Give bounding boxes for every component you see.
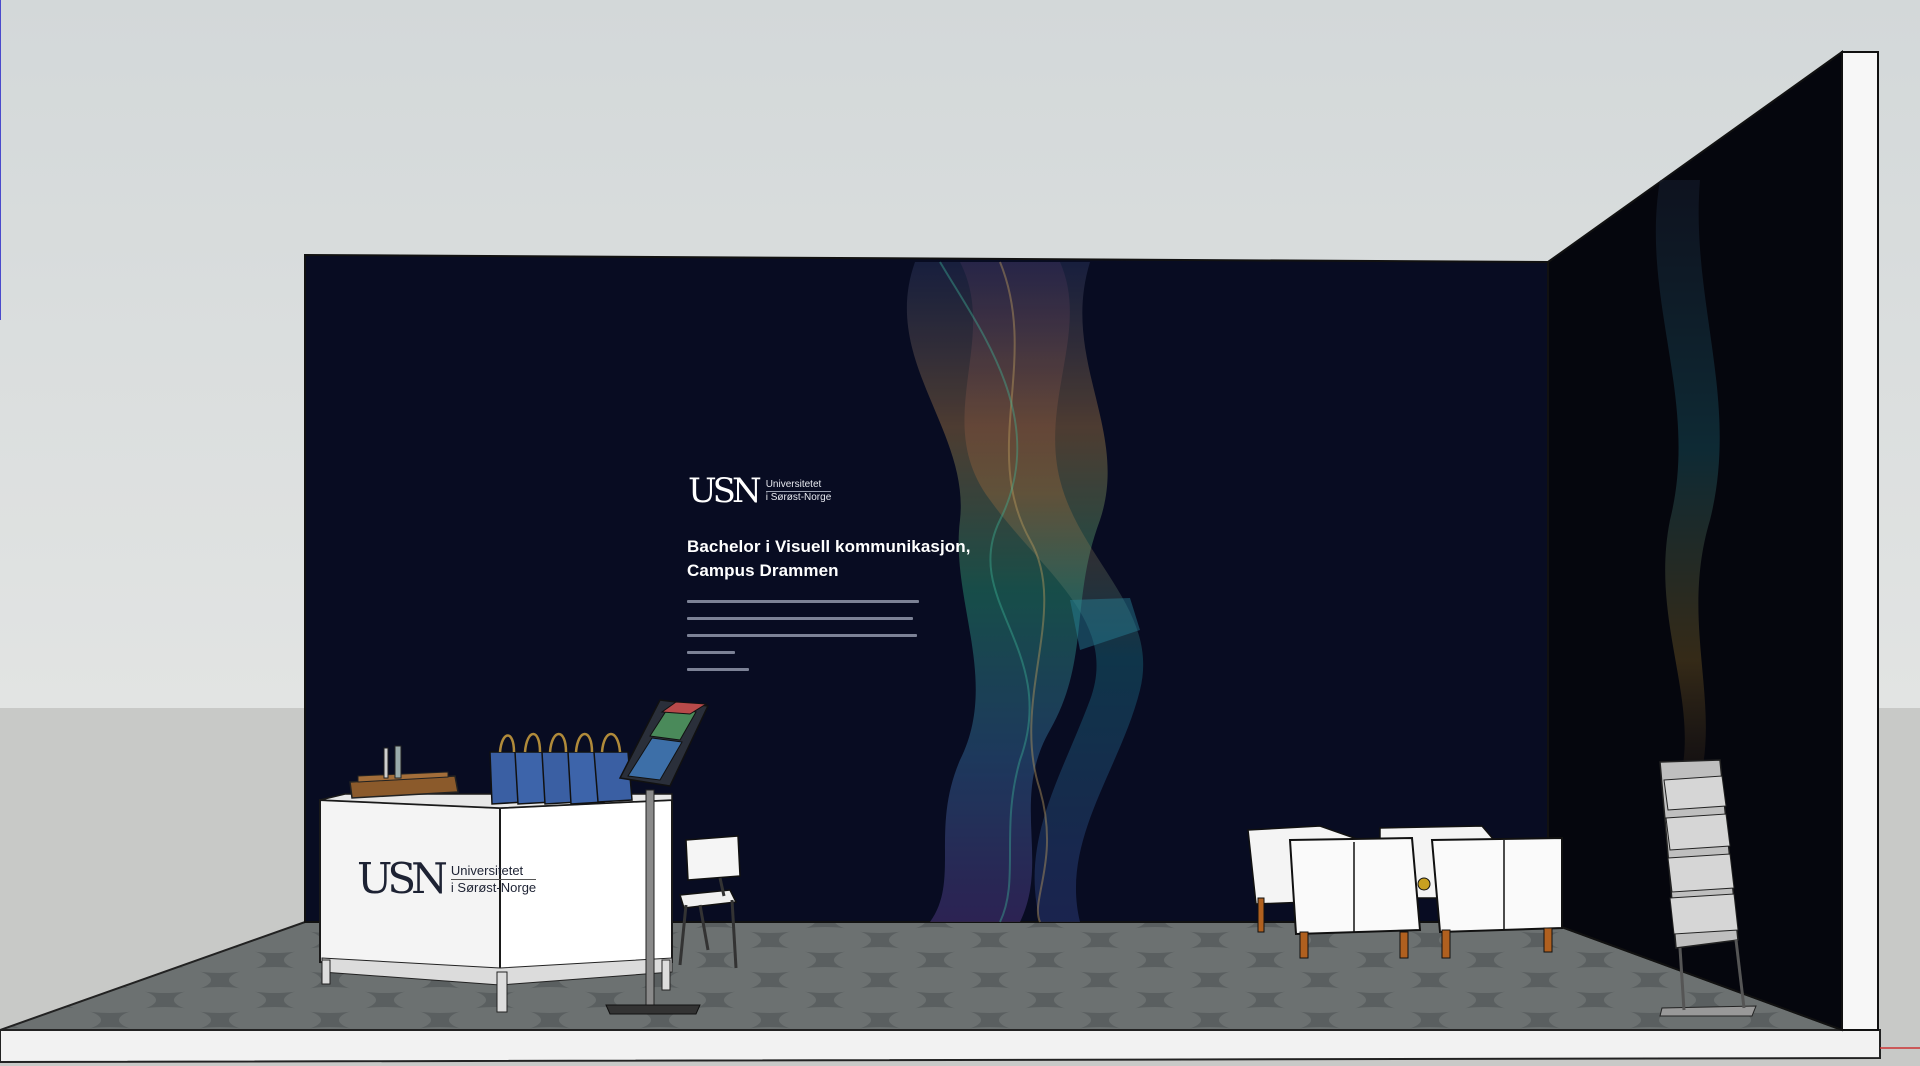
wall-logo-line1: Universitetet xyxy=(765,478,822,490)
wall-title-line2: Campus Drammen xyxy=(687,561,839,580)
illegible-text-line xyxy=(687,634,917,637)
illegible-text-line xyxy=(687,651,735,654)
booth-floor xyxy=(0,921,1843,1031)
wall-logo-wordmark: Universitetet i Sørøst-Norge xyxy=(765,478,832,504)
wall-body-text-block xyxy=(687,600,919,685)
wall-title-line1: Bachelor i Visuell kommunikasjon, xyxy=(687,537,971,556)
counter-logo-line2: i Sørøst-Norge xyxy=(450,878,537,895)
usn-logo-icon: USN xyxy=(688,471,762,511)
illegible-text-line xyxy=(687,617,913,620)
side-wall-edge xyxy=(1841,51,1879,1031)
counter-usn-logo: USN Universitetet i Sørøst-Norge xyxy=(357,854,537,903)
usn-logo-icon: USN xyxy=(357,854,448,903)
counter-logo-line1: Universitetet xyxy=(450,862,524,878)
illegible-text-line xyxy=(687,600,919,603)
wall-usn-logo: USN Universitetet i Sørøst-Norge xyxy=(688,471,832,511)
exhibition-booth-scene xyxy=(0,0,1920,1066)
wall-logo-line2: i Sørøst-Norge xyxy=(765,490,832,503)
booth-platform xyxy=(0,1029,1881,1064)
illegible-text-line xyxy=(687,668,749,671)
counter-logo-wordmark: Universitetet i Sørøst-Norge xyxy=(450,862,537,896)
wall-banner-title: Bachelor i Visuell kommunikasjon, Campus… xyxy=(687,535,987,583)
